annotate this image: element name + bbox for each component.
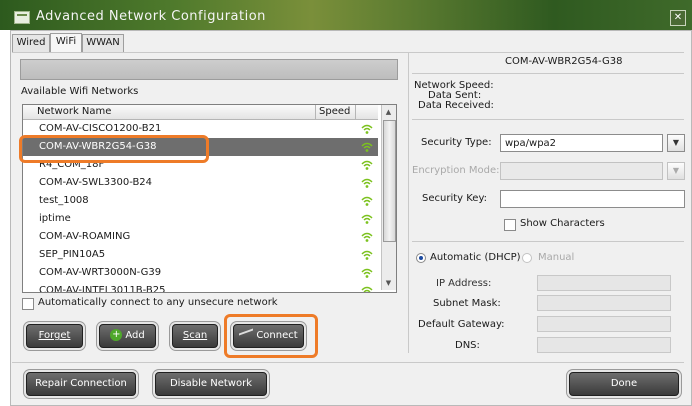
wifi-signal-icon bbox=[361, 232, 373, 242]
scroll-down-icon[interactable]: ▼ bbox=[383, 277, 394, 289]
selected-network-highlight bbox=[19, 135, 209, 163]
ip-address-label: IP Address: bbox=[436, 278, 492, 289]
title-bar: Advanced Network Configuration ✕ bbox=[0, 0, 692, 30]
wifi-signal-icon bbox=[361, 142, 373, 152]
connect-button-highlight bbox=[224, 314, 318, 358]
network-name: SEP_PIN10A5 bbox=[39, 249, 106, 260]
list-scrollbar[interactable]: ▲ ▼ bbox=[381, 105, 396, 290]
show-characters-checkbox[interactable] bbox=[504, 219, 516, 231]
available-networks-label: Available Wifi Networks bbox=[21, 86, 139, 97]
network-row[interactable]: COM-AV-INTEL3011B-B25 bbox=[23, 282, 378, 293]
add-button[interactable]: + Add bbox=[99, 324, 156, 348]
subnet-mask-field bbox=[537, 295, 671, 311]
done-button[interactable]: Done bbox=[569, 372, 679, 396]
tab-wifi[interactable]: WiFi bbox=[50, 33, 82, 52]
default-gateway-label: Default Gateway: bbox=[418, 319, 505, 330]
automatic-dhcp-radio[interactable] bbox=[416, 253, 426, 263]
manual-radio bbox=[522, 253, 532, 263]
data-received-label: Data Received: bbox=[418, 100, 494, 111]
network-title: COM-AV-WBR2G54-G38 bbox=[505, 56, 623, 67]
security-key-input[interactable] bbox=[500, 190, 685, 208]
column-separator bbox=[315, 105, 316, 119]
network-name: iptime bbox=[39, 213, 71, 224]
auto-connect-label: Automatically connect to any unsecure ne… bbox=[38, 297, 278, 308]
network-row[interactable]: COM-AV-WRT3000N-G39 bbox=[23, 264, 378, 282]
plus-icon: + bbox=[110, 329, 123, 341]
add-button-label: Add bbox=[125, 330, 145, 341]
network-row[interactable]: COM-AV-ROAMING bbox=[23, 228, 378, 246]
column-speed[interactable]: Speed bbox=[319, 106, 350, 117]
dns-field bbox=[537, 337, 671, 353]
show-characters-label: Show Characters bbox=[520, 218, 605, 229]
scan-progress-bar bbox=[20, 59, 398, 80]
manual-label: Manual bbox=[538, 252, 575, 263]
security-key-label: Security Key: bbox=[422, 193, 488, 204]
scroll-up-icon[interactable]: ▲ bbox=[383, 106, 394, 118]
scan-button[interactable]: Scan bbox=[172, 324, 218, 348]
dns-label: DNS: bbox=[455, 340, 480, 351]
wifi-signal-icon bbox=[361, 124, 373, 134]
security-type-field[interactable]: wpa/wpa2 bbox=[500, 134, 663, 152]
network-name: COM-AV-INTEL3011B-B25 bbox=[39, 285, 166, 293]
network-row[interactable]: iptime bbox=[23, 210, 378, 228]
forget-button[interactable]: Forget bbox=[26, 324, 83, 348]
list-header: Network Name Speed bbox=[23, 105, 378, 120]
network-name: test_1008 bbox=[39, 195, 89, 206]
subnet-mask-label: Subnet Mask: bbox=[433, 298, 501, 309]
security-type-label: Security Type: bbox=[421, 137, 492, 148]
network-row[interactable]: COM-AV-SWL3300-B24 bbox=[23, 174, 378, 192]
close-icon[interactable]: ✕ bbox=[670, 10, 686, 26]
wifi-signal-icon bbox=[361, 196, 373, 206]
wifi-signal-icon bbox=[361, 178, 373, 188]
network-name: COM-AV-CISCO1200-B21 bbox=[39, 123, 162, 134]
tab-wwan[interactable]: WWAN bbox=[82, 34, 124, 52]
repair-connection-button[interactable]: Repair Connection bbox=[26, 372, 136, 396]
network-name: COM-AV-SWL3300-B24 bbox=[39, 177, 153, 188]
network-row[interactable]: test_1008 bbox=[23, 192, 378, 210]
forget-button-label: Forget bbox=[38, 330, 71, 341]
ip-address-field bbox=[537, 275, 671, 291]
panel-divider bbox=[408, 53, 409, 353]
network-list[interactable]: Network Name Speed COM-AV-CISCO1200-B21 C… bbox=[22, 104, 397, 293]
column-network-name[interactable]: Network Name bbox=[37, 106, 111, 117]
network-name: COM-AV-ROAMING bbox=[39, 231, 131, 242]
window-title: Advanced Network Configuration bbox=[36, 9, 266, 24]
wifi-signal-icon bbox=[361, 250, 373, 260]
details-divider bbox=[412, 241, 684, 242]
tab-wired[interactable]: Wired bbox=[12, 34, 50, 52]
window-icon bbox=[14, 11, 30, 24]
network-name: COM-AV-WRT3000N-G39 bbox=[39, 267, 162, 278]
wifi-signal-icon bbox=[361, 268, 373, 278]
column-separator bbox=[355, 105, 356, 119]
wifi-signal-icon bbox=[361, 160, 373, 170]
details-divider bbox=[412, 73, 684, 74]
scrollbar-thumb[interactable] bbox=[383, 120, 396, 242]
wifi-signal-icon bbox=[361, 214, 373, 224]
chevron-down-icon: ▼ bbox=[667, 162, 685, 180]
encryption-mode-label: Encryption Mode: bbox=[412, 165, 500, 176]
disable-network-button[interactable]: Disable Network bbox=[155, 372, 267, 396]
scan-button-label: Scan bbox=[182, 330, 208, 341]
default-gateway-field bbox=[537, 316, 671, 332]
encryption-mode-field bbox=[500, 162, 663, 180]
tab-divider bbox=[12, 52, 684, 53]
automatic-dhcp-label: Automatic (DHCP) bbox=[430, 252, 521, 263]
footer-divider bbox=[12, 362, 684, 363]
network-row[interactable]: SEP_PIN10A5 bbox=[23, 246, 378, 264]
wifi-signal-icon bbox=[361, 286, 373, 292]
details-divider bbox=[412, 119, 684, 120]
chevron-down-icon[interactable]: ▼ bbox=[667, 134, 685, 152]
auto-connect-checkbox[interactable] bbox=[22, 298, 34, 310]
